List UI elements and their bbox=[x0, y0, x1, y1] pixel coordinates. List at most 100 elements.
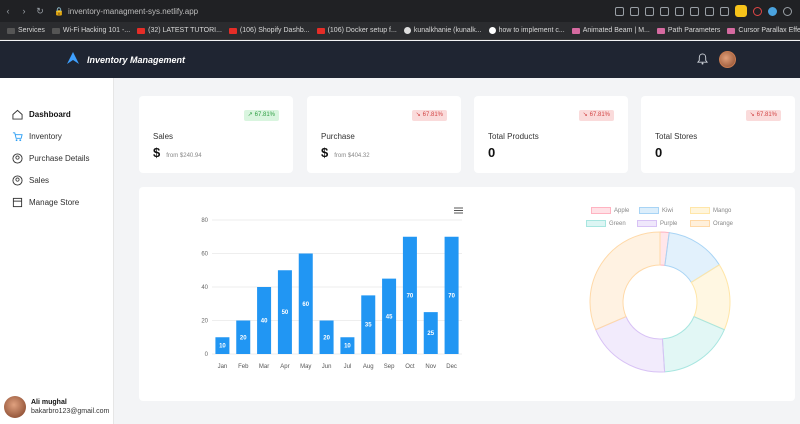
legend-swatch bbox=[639, 207, 659, 214]
x-tick-label: Sep bbox=[384, 364, 395, 370]
trend-badge: ↘ 67.81% bbox=[745, 110, 781, 121]
user-profile[interactable]: Ali mughal bakarbro123@gmail.com bbox=[4, 396, 109, 418]
bookmark-item[interactable]: kunalkhanie (kunalk... bbox=[403, 27, 482, 34]
y-tick-label: 20 bbox=[201, 319, 208, 325]
legend-label: Mango bbox=[713, 207, 732, 214]
bar-data-label: 50 bbox=[282, 310, 289, 316]
bookmark-item[interactable]: (32) LATEST TUTORI... bbox=[137, 27, 222, 34]
x-tick-label: Nov bbox=[425, 364, 436, 370]
x-tick-label: Jul bbox=[344, 364, 352, 370]
legend-swatch bbox=[690, 207, 710, 214]
youtube-icon bbox=[228, 27, 237, 34]
legend-item[interactable]: Purple bbox=[637, 220, 677, 227]
user-circle-icon bbox=[12, 153, 23, 164]
legend-item[interactable]: Mango bbox=[690, 207, 731, 214]
x-tick-label: Apr bbox=[280, 364, 289, 370]
user-name: Ali mughal bbox=[31, 399, 67, 406]
github-icon bbox=[403, 27, 411, 34]
bar-data-label: 20 bbox=[240, 335, 247, 341]
profile-icon[interactable] bbox=[735, 5, 747, 17]
app-icon bbox=[656, 27, 665, 34]
bookmark-item[interactable]: Wi-Fi Hacking 101 -... bbox=[51, 27, 131, 34]
sidebar: Dashboard Inventory Purchase Details Sal… bbox=[0, 78, 114, 424]
bookmark-item[interactable]: Cursor Parallax Effect bbox=[727, 27, 800, 34]
browser-settings-icon[interactable] bbox=[783, 6, 792, 16]
bar-data-label: 70 bbox=[448, 293, 455, 299]
google-icon bbox=[488, 27, 496, 34]
store-icon bbox=[12, 197, 23, 208]
legend-label: Kiwi bbox=[662, 207, 674, 214]
share-icon[interactable] bbox=[615, 6, 624, 16]
address-bar[interactable]: 🔒 inventory-managment-sys.netlify.app bbox=[54, 7, 198, 16]
download-icon[interactable] bbox=[705, 6, 714, 16]
header-avatar[interactable] bbox=[719, 51, 736, 68]
play-icon[interactable] bbox=[675, 6, 684, 16]
y-tick-label: 40 bbox=[201, 285, 208, 291]
sidebar-item-label: Inventory bbox=[29, 132, 62, 141]
bar-data-label: 40 bbox=[261, 319, 268, 325]
bookmark-item[interactable]: Animated Beam | M... bbox=[571, 27, 650, 34]
stat-card-purchase: ↘ 67.81% Purchase $ from $404.32 bbox=[307, 96, 461, 173]
legend-label: Orange bbox=[713, 220, 734, 227]
logo-icon bbox=[67, 52, 79, 64]
trend-badge: ↘ 67.81% bbox=[578, 110, 614, 121]
stat-card-total-products: ↘ 67.81% Total Products 0 bbox=[474, 96, 628, 173]
bookmark-item[interactable]: Services bbox=[7, 27, 45, 34]
x-tick-label: Mar bbox=[259, 364, 269, 370]
legend-swatch bbox=[591, 207, 611, 214]
bookmark-item[interactable]: how to implement c... bbox=[488, 27, 565, 34]
sidebar-item-inventory[interactable]: Inventory bbox=[12, 131, 62, 142]
x-tick-label: May bbox=[300, 364, 311, 370]
trend-badge: ↘ 67.81% bbox=[411, 110, 447, 121]
sidebar-item-label: Dashboard bbox=[29, 110, 71, 119]
card-value: $ from $404.32 bbox=[321, 145, 370, 160]
extension-icon[interactable] bbox=[660, 6, 669, 16]
donut-slice[interactable] bbox=[589, 231, 661, 331]
bell-icon[interactable] bbox=[697, 53, 708, 65]
reload-icon[interactable]: ↻ bbox=[32, 6, 48, 17]
bookmark-item[interactable]: (106) Docker setup f... bbox=[316, 27, 397, 34]
forward-icon[interactable]: › bbox=[16, 6, 32, 16]
chat-icon[interactable] bbox=[768, 6, 777, 16]
browser-toolbar: ‹ › ↻ 🔒 inventory-managment-sys.netlify.… bbox=[0, 0, 800, 22]
trend-down-icon: ↘ bbox=[582, 112, 588, 118]
trend-up-icon: ↗ bbox=[247, 112, 253, 118]
bookmark-item[interactable]: Path Parameters bbox=[656, 27, 720, 34]
sidebar-item-manage-store[interactable]: Manage Store bbox=[12, 197, 79, 208]
sidebar-item-label: Sales bbox=[29, 176, 50, 185]
sidebar-item-label: Purchase Details bbox=[29, 154, 90, 163]
user-email: bakarbro123@gmail.com bbox=[31, 408, 110, 415]
x-tick-label: Jun bbox=[322, 364, 332, 370]
menu-icon[interactable] bbox=[720, 6, 729, 16]
sidebar-item-dashboard[interactable]: Dashboard bbox=[12, 109, 71, 120]
bookmark-label: Wi-Fi Hacking 101 -... bbox=[62, 27, 131, 34]
x-tick-label: Oct bbox=[405, 364, 415, 370]
bookmark-item[interactable]: (106) Shopify Dashb... bbox=[228, 27, 310, 34]
legend-item[interactable]: Green bbox=[586, 220, 626, 227]
screenshot-icon[interactable] bbox=[630, 6, 639, 16]
grid-icon bbox=[7, 27, 15, 34]
bookmark-label: Animated Beam | M... bbox=[582, 27, 650, 34]
y-tick-label: 60 bbox=[201, 252, 208, 258]
bar-data-label: 10 bbox=[344, 344, 351, 350]
vpn-icon[interactable] bbox=[753, 6, 762, 16]
legend-item[interactable]: Kiwi bbox=[639, 207, 673, 214]
legend-swatch bbox=[690, 220, 710, 227]
stat-card-sales: ↗ 67.81% Sales $ from $240.94 bbox=[139, 96, 293, 173]
sidebar-item-sales[interactable]: Sales bbox=[12, 175, 49, 186]
sidebar-item-purchase-details[interactable]: Purchase Details bbox=[12, 153, 89, 164]
legend-item[interactable]: Orange bbox=[690, 220, 733, 227]
heart-icon[interactable] bbox=[690, 6, 699, 16]
legend-item[interactable]: Apple bbox=[591, 207, 629, 214]
x-tick-label: Aug bbox=[363, 364, 374, 370]
user-circle-icon bbox=[12, 175, 23, 186]
tab-search-icon[interactable] bbox=[645, 6, 654, 16]
back-icon[interactable]: ‹ bbox=[0, 6, 16, 16]
legend-label: Purple bbox=[660, 220, 678, 227]
bookmark-label: how to implement c... bbox=[498, 27, 565, 34]
x-tick-label: Jan bbox=[218, 364, 228, 370]
app-icon bbox=[571, 27, 580, 34]
card-label: Total Stores bbox=[655, 132, 698, 141]
avatar bbox=[4, 396, 26, 418]
bookmark-label: (106) Shopify Dashb... bbox=[239, 27, 310, 34]
